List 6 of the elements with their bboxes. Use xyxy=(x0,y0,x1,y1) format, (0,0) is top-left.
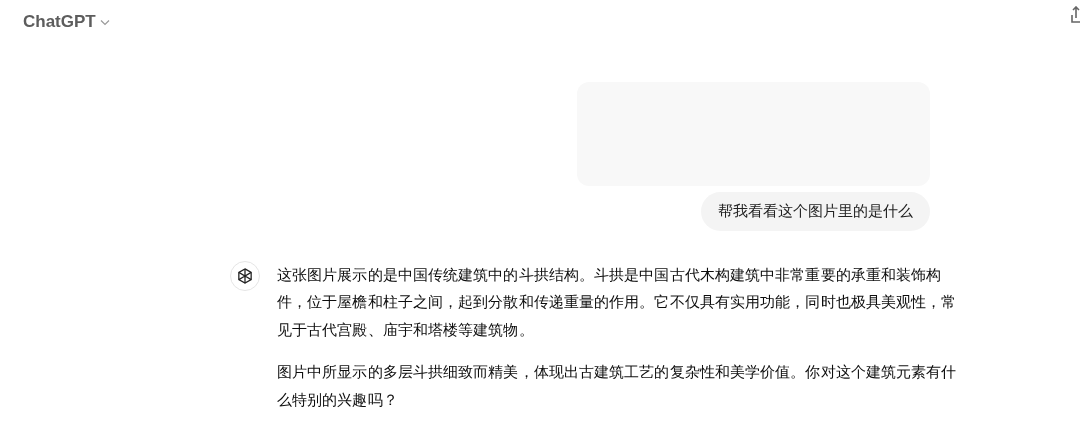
app-title[interactable]: ChatGPT xyxy=(23,9,96,35)
share-icon[interactable] xyxy=(1070,6,1080,26)
assistant-paragraph: 图片中所显示的多层斗拱细致而精美，体现出古建筑工艺的复杂性和美学价值。你对这个建筑元素有什么特别的兴趣吗？ xyxy=(277,362,958,410)
knot-icon xyxy=(236,266,254,285)
assistant-paragraph: 这张图片展示的是中国传统建筑中的斗拱结构。斗拱是中国古代木构建筑中非常重要的承重和装饰构件，位于屋檐和柱子之间，起到分散和传递重量的作用。它不仅具有实用功能，同时也极具美观性，常见于古代宫殿、庙宇和塔楼等建筑物。 xyxy=(277,264,958,340)
user-message: 帮我看看这个图片里的是什么 xyxy=(701,192,930,231)
